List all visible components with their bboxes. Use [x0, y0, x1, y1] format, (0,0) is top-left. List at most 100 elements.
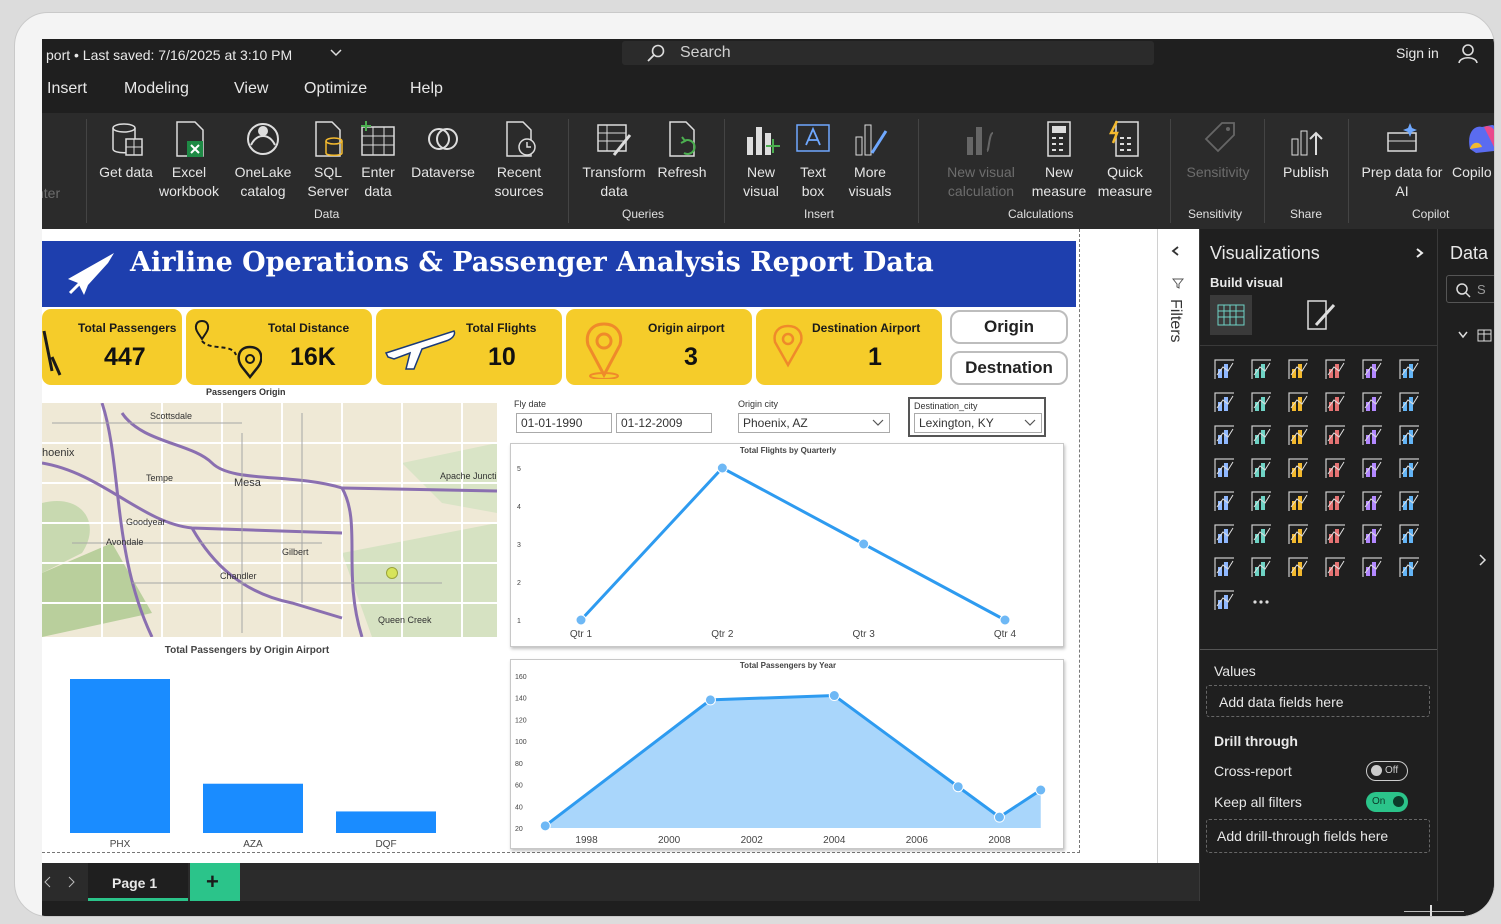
- expand-right-icon[interactable]: [1414, 247, 1426, 259]
- table-visual-icon[interactable]: [1360, 489, 1382, 511]
- more-visuals-button[interactable]: More visuals: [840, 119, 900, 201]
- new-visual-button[interactable]: New visual: [736, 119, 786, 201]
- qna-icon[interactable]: [1360, 522, 1382, 544]
- get-data-button[interactable]: Get data: [96, 119, 156, 182]
- page-tab-page1[interactable]: Page 1: [88, 863, 188, 901]
- menu-modeling[interactable]: Modeling: [124, 80, 189, 98]
- passengers-origin-map[interactable]: Scottsdale hoenix Tempe Mesa Apache Junc…: [42, 403, 497, 637]
- recent-sources-button[interactable]: Recent sources: [484, 119, 554, 201]
- kpi-total-flights[interactable]: Total Flights 10: [376, 309, 562, 385]
- column-icon[interactable]: [1323, 357, 1345, 379]
- menu-optimize[interactable]: Optimize: [304, 80, 367, 98]
- map-icon[interactable]: [1249, 456, 1271, 478]
- format-visual-icon[interactable]: [1300, 295, 1340, 335]
- clustered-column-icon[interactable]: [1249, 357, 1271, 379]
- gauge-icon[interactable]: [1397, 456, 1419, 478]
- build-visual-tab[interactable]: [1210, 295, 1252, 335]
- flights-by-quarter-chart[interactable]: Total Flights by Quarterly 1 2 3 4 5 Qtr 1 Qtr …: [510, 443, 1064, 647]
- get-more-visuals-icon[interactable]: [1397, 555, 1419, 577]
- bar-chart-icon[interactable]: [1360, 357, 1382, 379]
- fly-date-slicer[interactable]: Fly date 01-01-1990 01-12-2009: [514, 399, 714, 437]
- account-icon[interactable]: [1456, 42, 1480, 66]
- menu-help[interactable]: Help: [410, 80, 443, 98]
- filled-map-icon[interactable]: [1286, 456, 1308, 478]
- cross-report-toggle[interactable]: Off: [1366, 761, 1408, 781]
- origin-city-slicer[interactable]: Origin city Phoenix, AZ: [738, 399, 892, 437]
- treemap-icon[interactable]: [1212, 456, 1234, 478]
- drill-through-drop-zone[interactable]: Add drill-through fields here: [1206, 819, 1430, 853]
- filters-pane[interactable]: Filters: [1157, 229, 1199, 863]
- shape-map-icon[interactable]: [1323, 456, 1345, 478]
- donut-chart-icon[interactable]: [1397, 423, 1419, 445]
- new-measure-button[interactable]: New measure: [1028, 119, 1090, 201]
- prep-data-ai-button[interactable]: Prep data for AI: [1354, 119, 1450, 201]
- publish-button[interactable]: Publish: [1274, 119, 1338, 182]
- copilot-button[interactable]: Copilo: [1452, 119, 1494, 182]
- search-box[interactable]: Search: [622, 41, 1154, 65]
- date-from-input[interactable]: 01-01-1990: [516, 413, 612, 433]
- date-to-input[interactable]: 01-12-2009: [616, 413, 712, 433]
- excel-workbook-button[interactable]: Excel workbook: [154, 119, 224, 201]
- keep-filters-toggle[interactable]: On: [1366, 792, 1408, 812]
- sign-in-link[interactable]: Sign in: [1396, 45, 1439, 61]
- enter-data-button[interactable]: Enter data: [356, 119, 400, 201]
- line-cluster-icon[interactable]: [1397, 390, 1419, 412]
- values-drop-zone[interactable]: Add data fields here: [1206, 685, 1430, 717]
- pie-chart-icon[interactable]: [1360, 423, 1382, 445]
- refresh-button[interactable]: Refresh: [654, 119, 710, 182]
- kpi-origin-airport[interactable]: Origin airport 3: [566, 309, 752, 385]
- filter-chart-icon[interactable]: [1286, 423, 1308, 445]
- kpi-total-distance[interactable]: Total Distance 16K: [186, 309, 372, 385]
- text-box-button[interactable]: Text box: [790, 119, 836, 201]
- line-chart-icon[interactable]: [1212, 390, 1234, 412]
- slicer-icon[interactable]: [1323, 489, 1345, 511]
- waterfall-icon[interactable]: [1212, 423, 1234, 445]
- destination-city-slicer[interactable]: Destination_city Lexington, KY: [908, 397, 1046, 437]
- matrix-icon[interactable]: [1397, 489, 1419, 511]
- more-icon[interactable]: [1249, 588, 1271, 610]
- kpi-icon[interactable]: [1286, 489, 1308, 511]
- chevron-down-icon[interactable]: [330, 49, 342, 57]
- data-search-box[interactable]: S: [1446, 275, 1494, 303]
- scatter-icon[interactable]: [1323, 423, 1345, 445]
- r-visual-icon[interactable]: [1212, 522, 1234, 544]
- destination-button[interactable]: Destnation: [950, 351, 1068, 385]
- expand-right-icon[interactable]: [1478, 553, 1488, 567]
- power-automate-icon[interactable]: [1323, 555, 1345, 577]
- funnel-icon[interactable]: [1249, 423, 1271, 445]
- dataverse-button[interactable]: Dataverse: [406, 119, 480, 182]
- map-marker[interactable]: [386, 567, 398, 579]
- stacked-area-icon[interactable]: [1286, 390, 1308, 412]
- multi-row-card-icon[interactable]: [1249, 489, 1271, 511]
- column-chart-icon[interactable]: [1397, 357, 1419, 379]
- onelake-catalog-button[interactable]: OneLake catalog: [228, 119, 298, 201]
- origin-button[interactable]: Origin: [950, 310, 1068, 344]
- stacked-bar-icon[interactable]: [1212, 357, 1234, 379]
- sql-server-button[interactable]: SQL Server: [302, 119, 354, 201]
- card-icon[interactable]: [1212, 489, 1234, 511]
- prev-page-icon[interactable]: [44, 876, 52, 888]
- smart-narrative-icon[interactable]: [1360, 555, 1382, 577]
- sensitivity-button[interactable]: Sensitivity: [1180, 119, 1256, 182]
- python-visual-icon[interactable]: [1249, 522, 1271, 544]
- line-column-icon[interactable]: [1360, 390, 1382, 412]
- metrics-icon[interactable]: [1212, 555, 1234, 577]
- add-page-button[interactable]: +: [190, 863, 240, 901]
- azure-map-icon[interactable]: [1360, 456, 1382, 478]
- new-visual-calculation-button[interactable]: New visual calculation: [926, 119, 1036, 201]
- destination-city-dropdown[interactable]: Lexington, KY: [914, 413, 1042, 433]
- passengers-by-year-chart[interactable]: Total Passengers by Year 20 40 60 80 100 120 14…: [510, 659, 1064, 849]
- area-chart-icon[interactable]: [1249, 390, 1271, 412]
- kpi-destination-airport[interactable]: Destination Airport 1: [756, 309, 942, 385]
- origin-city-dropdown[interactable]: Phoenix, AZ: [738, 413, 890, 433]
- passengers-by-origin-chart[interactable]: Total Passengers by Origin Airport PHX AZA…: [42, 641, 498, 851]
- menu-view[interactable]: View: [234, 80, 268, 98]
- narrative-icon[interactable]: [1397, 522, 1419, 544]
- key-influencers-icon[interactable]: [1286, 522, 1308, 544]
- decomposition-tree-icon[interactable]: [1323, 522, 1345, 544]
- quick-measure-button[interactable]: Quick measure: [1092, 119, 1158, 201]
- stacked-bar-100-icon[interactable]: [1286, 357, 1308, 379]
- menu-insert[interactable]: Insert: [47, 80, 87, 98]
- transform-data-button[interactable]: Transform data: [578, 119, 650, 201]
- kpi-total-passengers[interactable]: Total Passengers 447: [42, 309, 182, 385]
